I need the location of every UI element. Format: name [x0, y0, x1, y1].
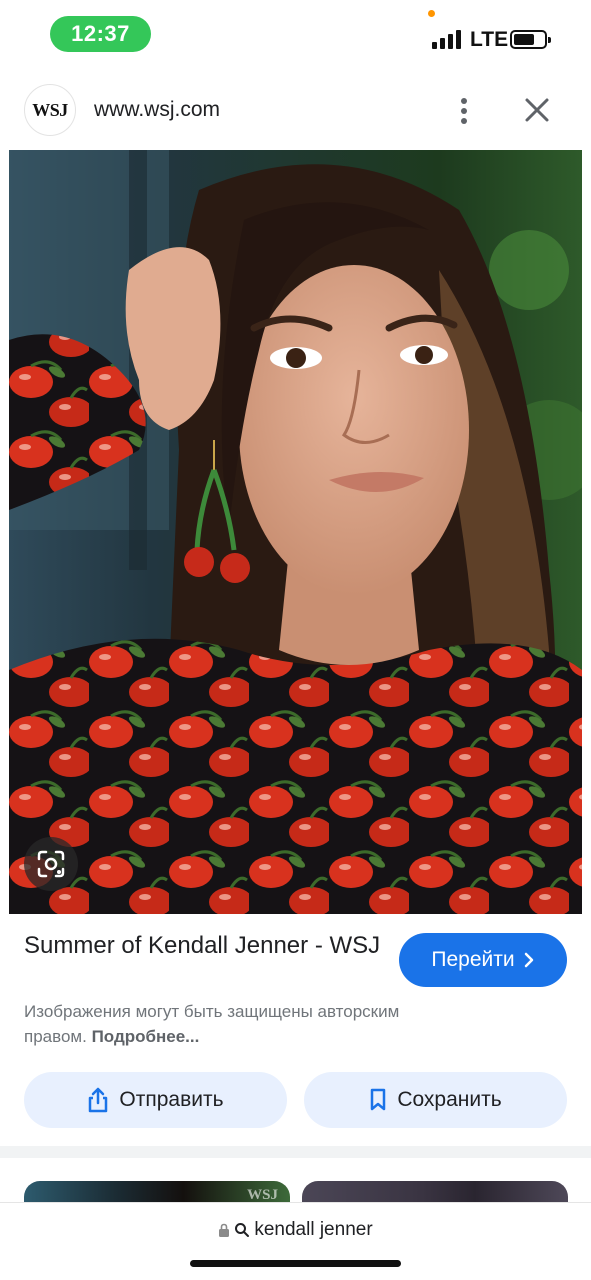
share-icon	[89, 1087, 108, 1113]
lock-icon	[219, 1223, 230, 1237]
chevron-right-icon	[524, 952, 533, 968]
search-query-row[interactable]: kendall jenner	[0, 1219, 591, 1241]
share-button[interactable]: Отправить	[24, 1072, 287, 1128]
status-time: 12:37	[50, 16, 151, 52]
search-query: kendall jenner	[254, 1219, 373, 1240]
share-button-label: Отправить	[119, 1088, 224, 1111]
cellular-signal-icon	[432, 30, 462, 49]
site-logo[interactable]: WSJ	[24, 84, 76, 136]
section-divider	[0, 1146, 591, 1158]
close-icon[interactable]	[521, 94, 553, 126]
result-header: WSJ www.wsj.com	[0, 80, 591, 142]
copyright-notice: Изображения могут быть защищены авторски…	[24, 999, 464, 1049]
battery-icon	[510, 30, 551, 49]
network-type: LTE	[470, 28, 509, 51]
visit-button[interactable]: Перейти	[399, 933, 567, 987]
home-indicator[interactable]	[190, 1260, 401, 1267]
result-image[interactable]	[9, 150, 582, 914]
bookmark-icon	[371, 1088, 386, 1111]
result-title[interactable]: Summer of Kendall Jenner - WSJ	[24, 930, 384, 961]
save-button-label: Сохранить	[397, 1088, 502, 1111]
privacy-indicator-dot	[428, 10, 435, 17]
status-bar: 12:37 LTE	[0, 0, 591, 70]
address-bar: kendall jenner	[0, 1202, 591, 1280]
visit-button-label: Перейти	[431, 948, 515, 971]
save-button[interactable]: Сохранить	[304, 1072, 567, 1128]
lens-icon[interactable]	[24, 837, 78, 891]
site-url[interactable]: www.wsj.com	[94, 98, 220, 122]
more-vert-icon[interactable]	[450, 94, 478, 128]
search-icon	[235, 1223, 250, 1237]
learn-more-link[interactable]: Подробнее...	[92, 1027, 200, 1046]
copyright-text: Изображения могут быть защищены авторски…	[24, 1002, 400, 1046]
